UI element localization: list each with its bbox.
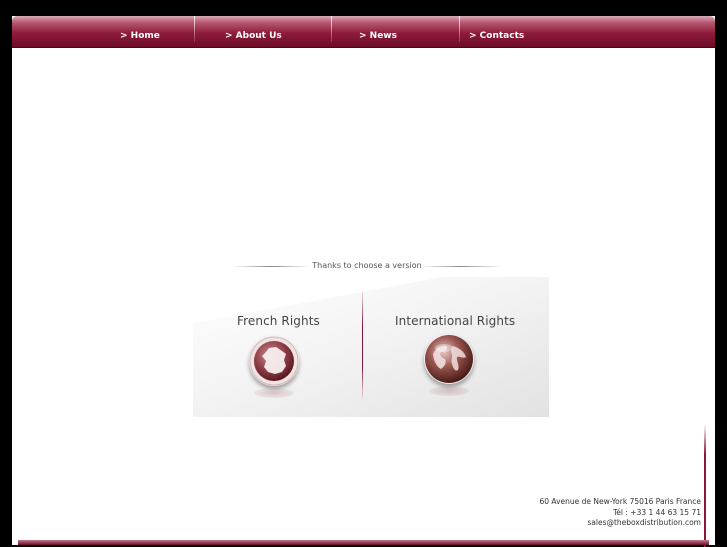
version-chooser-panel xyxy=(193,277,549,417)
phone-text: Tél : +33 1 44 63 15 71 xyxy=(613,507,701,517)
bottom-bar xyxy=(18,540,709,545)
french-rights-title[interactable]: French Rights xyxy=(237,314,320,328)
address-text: 60 Avenue de New-York 75016 Paris France xyxy=(539,497,701,506)
page-frame: > Home > About Us > News > Contacts Than… xyxy=(12,16,715,547)
nav-separator xyxy=(194,16,195,42)
top-navigation-bar: > Home > About Us > News > Contacts xyxy=(12,16,715,48)
contact-info: 60 Avenue de New-York 75016 Paris France… xyxy=(539,497,701,529)
globe-icon-reflection xyxy=(429,386,469,396)
version-prompt-row: Thanks to choose a version xyxy=(232,260,502,272)
france-map-icon[interactable] xyxy=(249,336,299,386)
nav-contacts-link[interactable]: > Contacts xyxy=(469,16,524,47)
prompt-divider-right xyxy=(420,266,502,267)
nav-separator xyxy=(331,16,332,42)
globe-icon[interactable] xyxy=(424,334,474,384)
nav-separator xyxy=(459,16,460,42)
french-icon-reflection xyxy=(254,388,294,398)
decorative-vertical-line xyxy=(704,424,706,547)
nav-news-link[interactable]: > News xyxy=(359,16,397,47)
panel-divider xyxy=(362,287,363,401)
nav-home-link[interactable]: > Home xyxy=(120,16,160,47)
email-link[interactable]: sales@theboxdistribution.com xyxy=(539,518,701,529)
nav-about-us-link[interactable]: > About Us xyxy=(225,16,282,47)
international-rights-title[interactable]: International Rights xyxy=(395,314,515,328)
